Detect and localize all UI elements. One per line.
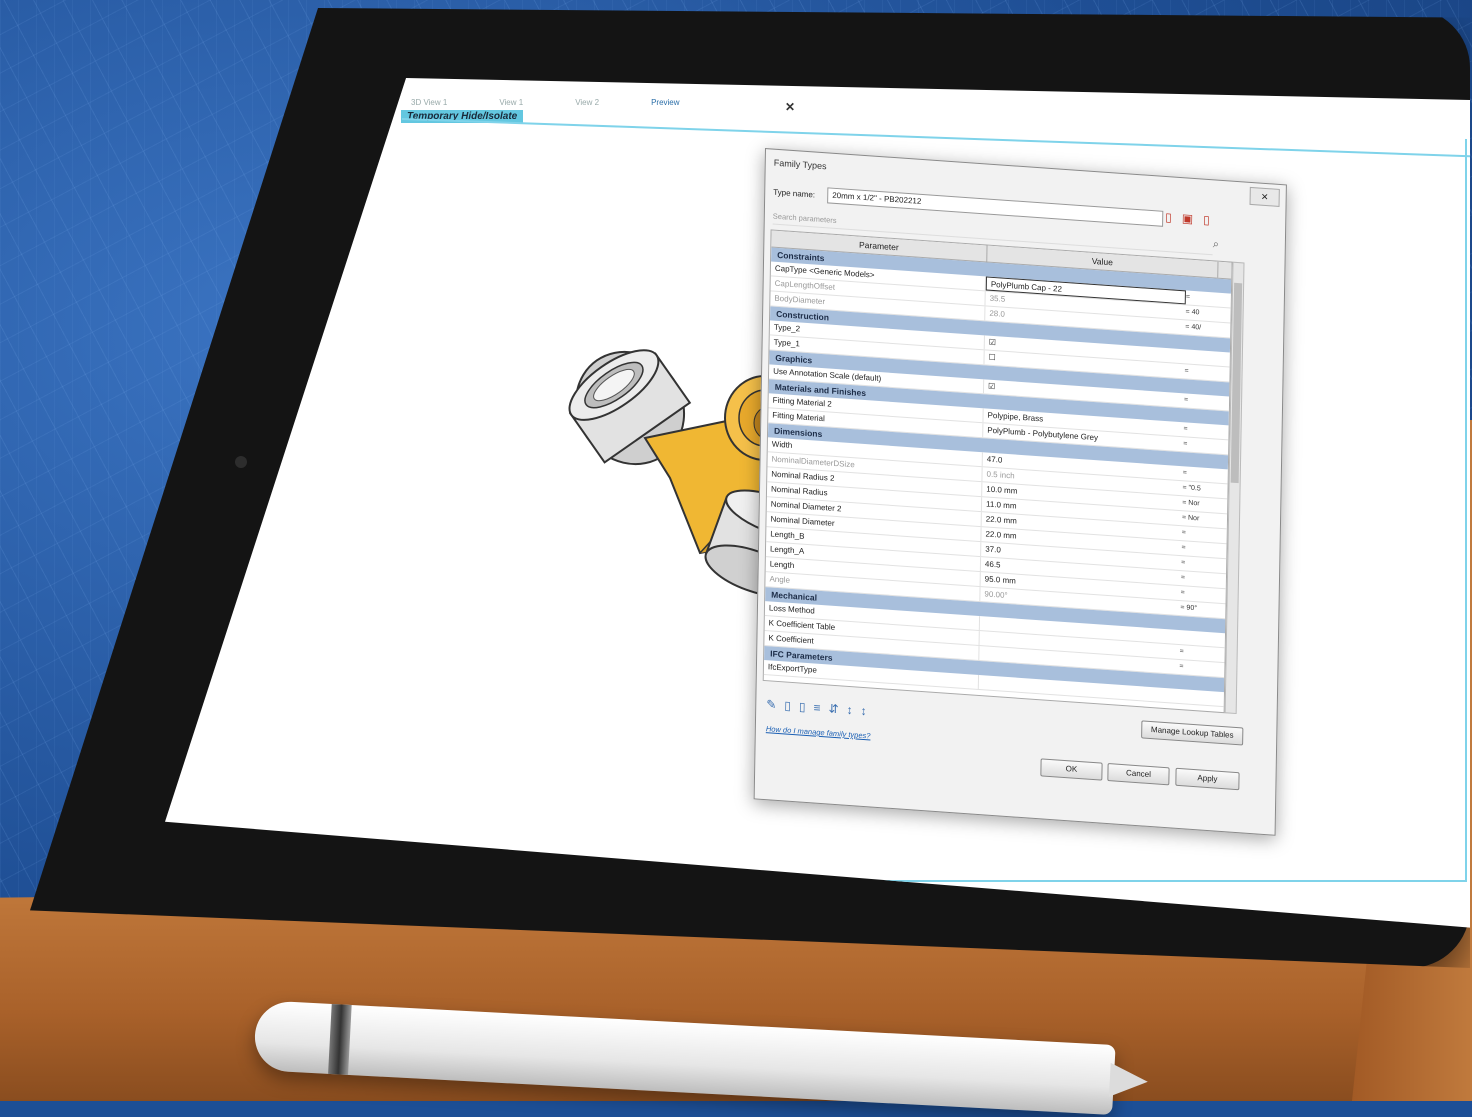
parameter-formula[interactable] <box>1180 630 1210 646</box>
tab-3d-view-1[interactable]: 3D View 1 <box>405 96 453 109</box>
parameter-formula[interactable] <box>1179 689 1209 705</box>
parameter-formula[interactable]: = <box>1183 466 1213 482</box>
manage-lookup-tables-button[interactable]: Manage Lookup Tables <box>1141 720 1244 746</box>
parameter-formula[interactable]: = <box>1179 660 1209 676</box>
type-action-icons[interactable]: ▯▣▯ <box>1165 210 1220 228</box>
scale-label: 1:1 <box>185 837 197 848</box>
parameter-formula[interactable]: = Nor <box>1182 511 1212 527</box>
tab-view-1[interactable]: View 1 <box>493 96 529 109</box>
ok-button[interactable]: OK <box>1040 758 1103 781</box>
parameter-formula[interactable]: = "0.5 <box>1182 481 1212 497</box>
app-screen: 3D View 1 View 1 View 2 Preview ✕ Temporary… <box>165 78 1470 928</box>
close-icon[interactable]: ✕ <box>785 100 795 114</box>
parameter-formula[interactable]: = <box>1184 393 1214 409</box>
tab-view-2[interactable]: View 2 <box>569 96 605 109</box>
dialog-close-button[interactable]: ✕ <box>1249 186 1280 207</box>
parameter-formula[interactable]: = <box>1181 571 1211 587</box>
apply-button[interactable]: Apply <box>1175 767 1240 791</box>
parameter-formula[interactable]: = <box>1181 556 1211 572</box>
family-types-dialog: Family Types ✕ Type name: 20mm x 1/2" - … <box>753 148 1287 836</box>
pencil-tip <box>1108 1062 1149 1099</box>
parameter-tool-icons[interactable]: ✎▯▯≡⇵↕↕ <box>766 697 875 719</box>
cancel-button[interactable]: Cancel <box>1107 763 1170 786</box>
bottom-tool-icons[interactable]: ▽◆◇⚑ ◌▽◇ <box>1065 896 1154 912</box>
help-link[interactable]: How do I manage family types? <box>766 724 871 740</box>
view-control-icons[interactable]: ▦◧◩◪◫◰◱◲▭ <box>203 838 280 851</box>
parameter-formula[interactable]: = <box>1183 437 1213 453</box>
camera-icon <box>235 456 247 468</box>
parameter-formula[interactable]: = <box>1182 526 1212 542</box>
parameter-formula[interactable] <box>1185 349 1215 365</box>
parameter-formula[interactable]: = 90° <box>1180 601 1210 617</box>
parameter-formula[interactable]: = 40/ <box>1185 320 1215 336</box>
parameter-formula[interactable]: = <box>1184 364 1214 380</box>
grid-body: Constraints CapType <Generic Models> PolyP… <box>763 247 1232 708</box>
parameter-grid: Parameter Value Constraints CapType <Gene… <box>762 229 1233 714</box>
pencil-band <box>328 1003 352 1075</box>
parameter-formula[interactable]: = 40 <box>1185 305 1215 321</box>
parameter-formula[interactable]: = <box>1181 541 1211 557</box>
search-icon[interactable]: ⌕ <box>1213 238 1219 251</box>
tab-preview[interactable]: Preview <box>645 96 685 109</box>
parameter-formula[interactable]: = <box>1183 422 1213 438</box>
parameter-formula[interactable]: = <box>1180 645 1210 661</box>
scroll-thumb[interactable] <box>1230 282 1243 484</box>
parameter-formula[interactable]: = <box>1181 586 1211 602</box>
type-name-label: Type name: <box>773 187 816 200</box>
parameter-formula[interactable]: = Nor <box>1182 496 1212 512</box>
dialog-title: Family Types <box>773 157 827 172</box>
parameter-formula[interactable]: = <box>1186 290 1216 306</box>
